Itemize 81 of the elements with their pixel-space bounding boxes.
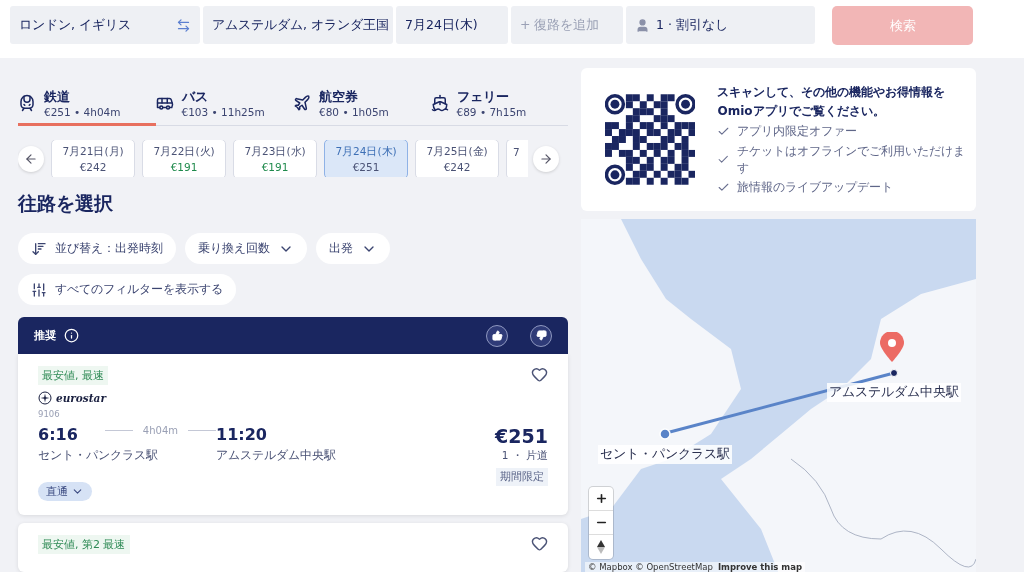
transport-tab[interactable]: 航空券 €80 • 1h05m <box>293 84 431 126</box>
tab-label: 航空券 <box>319 88 359 106</box>
price: €251 <box>495 425 548 447</box>
star-logo-icon <box>38 391 52 405</box>
transport-tab[interactable]: 鉄道 €251 • 4h04m <box>18 84 156 126</box>
limited-offer-tag: 期間限定 <box>496 468 548 486</box>
transport-tab[interactable]: バス €103 • 11h25m <box>155 84 293 126</box>
thumbs-down-button[interactable] <box>530 324 552 347</box>
trip-duration: 4h04m <box>142 425 178 436</box>
sort-icon <box>31 240 47 257</box>
departure-time: 6:16 <box>38 425 78 444</box>
plane-icon <box>293 94 311 112</box>
improve-map-link[interactable]: Improve this map <box>717 562 802 572</box>
destination-field[interactable]: アムステルダム, オランダ王国 <box>203 6 393 44</box>
tab-summary: €89 • 7h15m <box>456 106 527 118</box>
filter-chip[interactable]: 乗り換え回数 <box>185 233 307 264</box>
passengers-field[interactable]: 1 · 割引なし <box>626 6 815 44</box>
date-label: 7月24日(木) <box>335 144 397 159</box>
attribution-text: © Mapbox © OpenStreetMap <box>588 562 713 572</box>
tab-summary: €80 • 1h05m <box>319 106 389 118</box>
date-label: 7月22日(火) <box>153 144 215 159</box>
tab-summary: €103 • 11h25m <box>181 106 265 118</box>
date-label: 7月23日(水) <box>244 144 306 159</box>
date-price: €242 <box>79 160 107 173</box>
date-price: €251 <box>352 160 380 173</box>
tab-summary: €251 • 4h04m <box>44 106 121 118</box>
heart-icon[interactable] <box>531 535 548 552</box>
date-option[interactable]: 7月21日(月) €242 <box>51 140 135 177</box>
info-icon[interactable] <box>64 328 79 343</box>
result-tag: 最安値, 第2 最速 <box>38 535 130 554</box>
date-option[interactable]: 7月23日(水) €191 <box>233 140 317 177</box>
sliders-icon <box>31 281 47 298</box>
location-pin-icon <box>879 332 905 362</box>
tab-label: 鉄道 <box>44 88 71 106</box>
operator-logo: eurostar <box>56 392 106 404</box>
date-price: €191 <box>261 160 289 173</box>
ship-icon <box>430 94 449 112</box>
thumbs-up-button[interactable] <box>486 324 508 347</box>
fare-type: 1 ・ 片道 <box>501 449 548 463</box>
date-option[interactable]: 7月25日(金) €242 <box>415 140 499 177</box>
swap-icon[interactable] <box>176 17 191 33</box>
promo-title: スキャンして、その他の機能やお得情報をOmioアプリでご覧ください。 <box>717 84 947 120</box>
route-map[interactable]: アムステルダム中央駅 セント・パンクラス駅 © Mapbox © OpenStreetMap Improve this map <box>581 219 976 572</box>
date-label: 7月21日(月) <box>62 144 124 159</box>
map-label: セント・パンクラス駅 <box>598 445 732 464</box>
date-label: 7月25日(金) <box>426 144 488 159</box>
header-label: 推奨 <box>34 328 56 343</box>
date-price: €242 <box>443 160 471 173</box>
train-number: 9106 <box>38 409 61 419</box>
date-price: €191 <box>170 160 198 173</box>
section-heading: 往路を選択 <box>18 191 114 216</box>
result-card[interactable]: 最安値, 最速 eurostar 9106 6:16 4h04m セント・パンクラス駅 11:20 アムステルダム中央駅 €251 1 ・ 片道 期間限定 直通 <box>18 354 568 515</box>
filter-chip[interactable]: 出発 <box>316 233 390 264</box>
date-field[interactable]: 7月24日(木) <box>396 6 508 44</box>
thumbs-down-icon <box>535 330 547 341</box>
filter-chip[interactable]: 並び替え：出発時刻 <box>18 233 176 264</box>
feature-text: 旅情報のライブアップデート <box>737 179 894 196</box>
date-option[interactable]: 7 <box>506 140 528 177</box>
plus-icon <box>594 492 608 505</box>
feature-text: アプリ内限定オファー <box>737 123 858 140</box>
transport-tab[interactable]: フェリー €89 • 7h15m <box>430 84 568 126</box>
origin-field[interactable]: ロンドン, イギリス <box>10 6 200 44</box>
direct-dropdown[interactable]: 直通 <box>38 482 92 501</box>
tab-label: フェリー <box>456 88 510 106</box>
departure-station: セント・パンクラス駅 <box>38 447 159 464</box>
filter-chip[interactable]: すべてのフィルターを表示する <box>18 274 236 305</box>
train-icon <box>18 94 36 112</box>
thumbs-up-icon <box>491 330 503 341</box>
person-icon <box>635 17 650 33</box>
result-card[interactable]: 最安値, 第2 最速 <box>18 523 568 572</box>
arrow-right-icon <box>539 151 553 166</box>
tab-label: バス <box>181 88 209 106</box>
compass-icon <box>597 540 605 554</box>
feature-text: チケットはオフラインでご利用いただけます <box>736 142 966 177</box>
heart-icon[interactable] <box>531 366 548 383</box>
date-option[interactable]: 7月24日(木) €251 <box>324 140 408 177</box>
date-option[interactable]: 7月22日(火) €191 <box>142 140 226 177</box>
result-tag: 最安値, 最速 <box>38 366 108 385</box>
arrival-time: 11:20 <box>216 425 267 444</box>
map-label: アムステルダム中央駅 <box>827 383 961 402</box>
arrival-station: アムステルダム中央駅 <box>216 447 337 464</box>
